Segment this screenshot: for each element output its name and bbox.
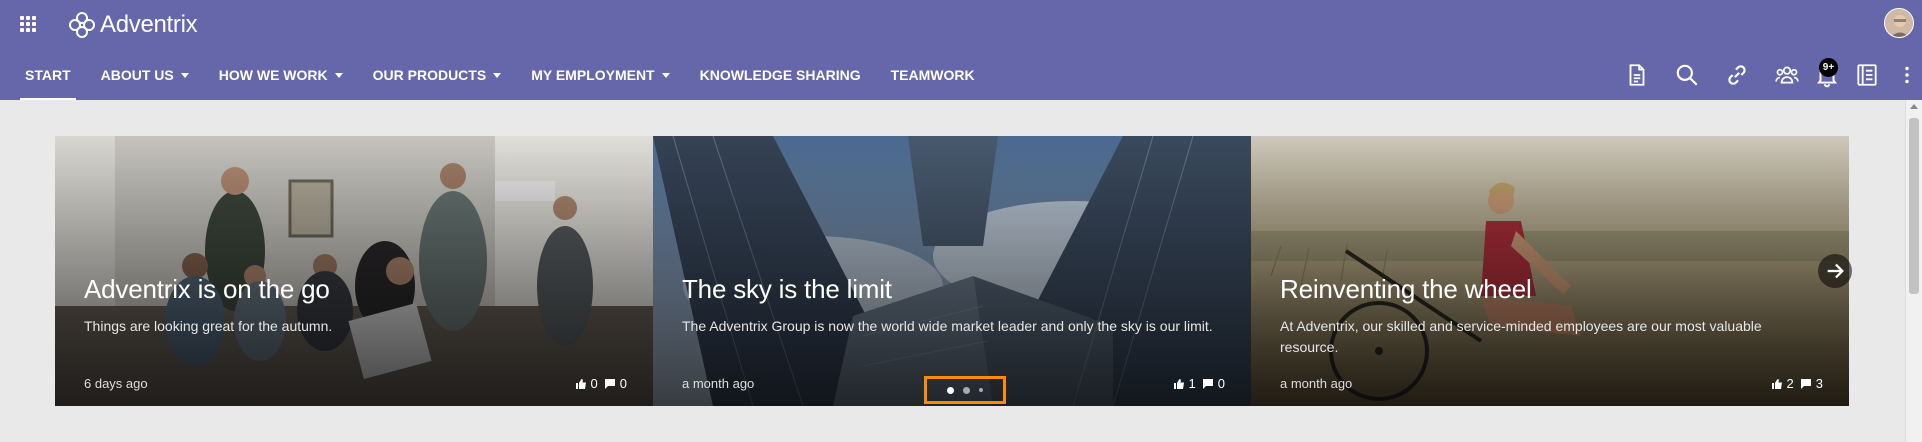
search-icon: [1676, 64, 1698, 86]
news-slide[interactable]: Adventrix is on the go Things are lookin…: [55, 136, 653, 406]
slide-title[interactable]: Reinventing the wheel: [1280, 274, 1532, 305]
caret-down-icon: [180, 72, 189, 78]
likes-stat[interactable]: 0: [575, 376, 598, 391]
nav-item-my-employment[interactable]: MY EMPLOYMENT: [516, 50, 684, 100]
app-launcher-icon[interactable]: [20, 16, 36, 32]
slide-title[interactable]: The sky is the limit: [682, 274, 892, 305]
link-button[interactable]: [1712, 50, 1762, 100]
likes-count: 1: [1188, 376, 1196, 391]
slide-summary: At Adventrix, our skilled and service-mi…: [1280, 318, 1762, 355]
nav-item-label: KNOWLEDGE SHARING: [699, 67, 861, 83]
scroll-up-icon[interactable]: [1910, 104, 1918, 109]
top-bar: Adventrix: [0, 0, 1922, 50]
comment-icon: [1800, 378, 1811, 389]
notification-badge: 9+: [1819, 58, 1838, 77]
top-header: Adventrix START ABOUT US HOW WE WORK OUR PR…: [0, 0, 1922, 100]
slide-summary: Things are looking great for the autumn.: [84, 318, 333, 334]
slide-stats: 0 0: [575, 376, 627, 391]
app-logo[interactable]: Adventrix: [68, 10, 198, 40]
slide-date: a month ago: [682, 376, 755, 391]
more-icon: [1905, 66, 1909, 84]
notifications-button[interactable]: 9+: [1812, 50, 1842, 100]
carousel-pagination: [924, 376, 1006, 404]
document-icon: [1629, 64, 1645, 86]
search-button[interactable]: [1662, 50, 1712, 100]
slide-stats: 1 0: [1173, 376, 1225, 391]
caret-down-icon: [661, 72, 670, 78]
comments-count: 3: [1815, 376, 1823, 391]
nav-item-about-us[interactable]: ABOUT US: [86, 50, 204, 100]
link-icon: [1728, 65, 1746, 85]
comment-icon: [1202, 378, 1213, 389]
caret-down-icon: [334, 72, 343, 78]
likes-count: 2: [1786, 376, 1794, 391]
logo-icon: [69, 12, 95, 38]
news-slide[interactable]: Reinventing the wheel At Adventrix, our …: [1251, 136, 1849, 406]
thumbs-up-icon: [575, 378, 586, 389]
caret-down-icon: [493, 72, 502, 78]
comments-stat[interactable]: 0: [1202, 376, 1225, 391]
nav-item-label: OUR PRODUCTS: [372, 67, 487, 83]
document-button[interactable]: [1612, 50, 1662, 100]
arrow-right-icon: [1827, 263, 1844, 279]
nav-item-label: MY EMPLOYMENT: [531, 67, 655, 83]
people-button[interactable]: [1762, 50, 1812, 100]
carousel-dot[interactable]: [979, 388, 983, 392]
header-toolbar: 9+: [1612, 50, 1922, 100]
user-avatar[interactable]: [1884, 8, 1914, 38]
slide-stats: 2 3: [1771, 376, 1823, 391]
comments-stat[interactable]: 3: [1800, 376, 1823, 391]
nav-item-start[interactable]: START: [10, 50, 86, 100]
nav-item-knowledge-sharing[interactable]: KNOWLEDGE SHARING: [685, 50, 876, 100]
nav-item-label: ABOUT US: [100, 67, 174, 83]
notebook-button[interactable]: [1842, 50, 1892, 100]
carousel-dot[interactable]: [947, 386, 954, 394]
news-carousel: Adventrix is on the go Things are lookin…: [55, 136, 1850, 406]
nav-item-our-products[interactable]: OUR PRODUCTS: [358, 50, 517, 100]
likes-count: 0: [590, 376, 598, 391]
carousel-dot[interactable]: [963, 386, 970, 394]
nav-item-how-we-work[interactable]: HOW WE WORK: [204, 50, 358, 100]
slide-summary: The Adventrix Group is now the world wid…: [682, 318, 1213, 334]
comments-count: 0: [619, 376, 627, 391]
more-button[interactable]: [1892, 50, 1922, 100]
nav-item-label: TEAMWORK: [890, 67, 975, 83]
notebook-icon: [1857, 64, 1877, 86]
slide-date: 6 days ago: [84, 376, 148, 391]
comment-icon: [604, 378, 615, 389]
thumbs-up-icon: [1173, 378, 1184, 389]
main-nav: START ABOUT US HOW WE WORK OUR PRODUCTS MY E…: [0, 50, 990, 100]
slide-date: a month ago: [1280, 376, 1353, 391]
page-scrollbar[interactable]: [1905, 100, 1922, 442]
people-icon: [1775, 66, 1799, 84]
scroll-thumb[interactable]: [1909, 118, 1919, 294]
nav-item-label: START: [25, 67, 71, 83]
slide-title[interactable]: Adventrix is on the go: [84, 274, 330, 305]
carousel-next-button[interactable]: [1818, 254, 1852, 288]
news-slide[interactable]: The sky is the limit The Adventrix Group…: [653, 136, 1251, 406]
likes-stat[interactable]: 1: [1173, 376, 1196, 391]
comments-stat[interactable]: 0: [604, 376, 627, 391]
comments-count: 0: [1217, 376, 1225, 391]
likes-stat[interactable]: 2: [1771, 376, 1794, 391]
app-name: Adventrix: [100, 11, 198, 38]
thumbs-up-icon: [1771, 378, 1782, 389]
nav-item-label: HOW WE WORK: [218, 67, 328, 83]
nav-item-teamwork[interactable]: TEAMWORK: [876, 50, 990, 100]
